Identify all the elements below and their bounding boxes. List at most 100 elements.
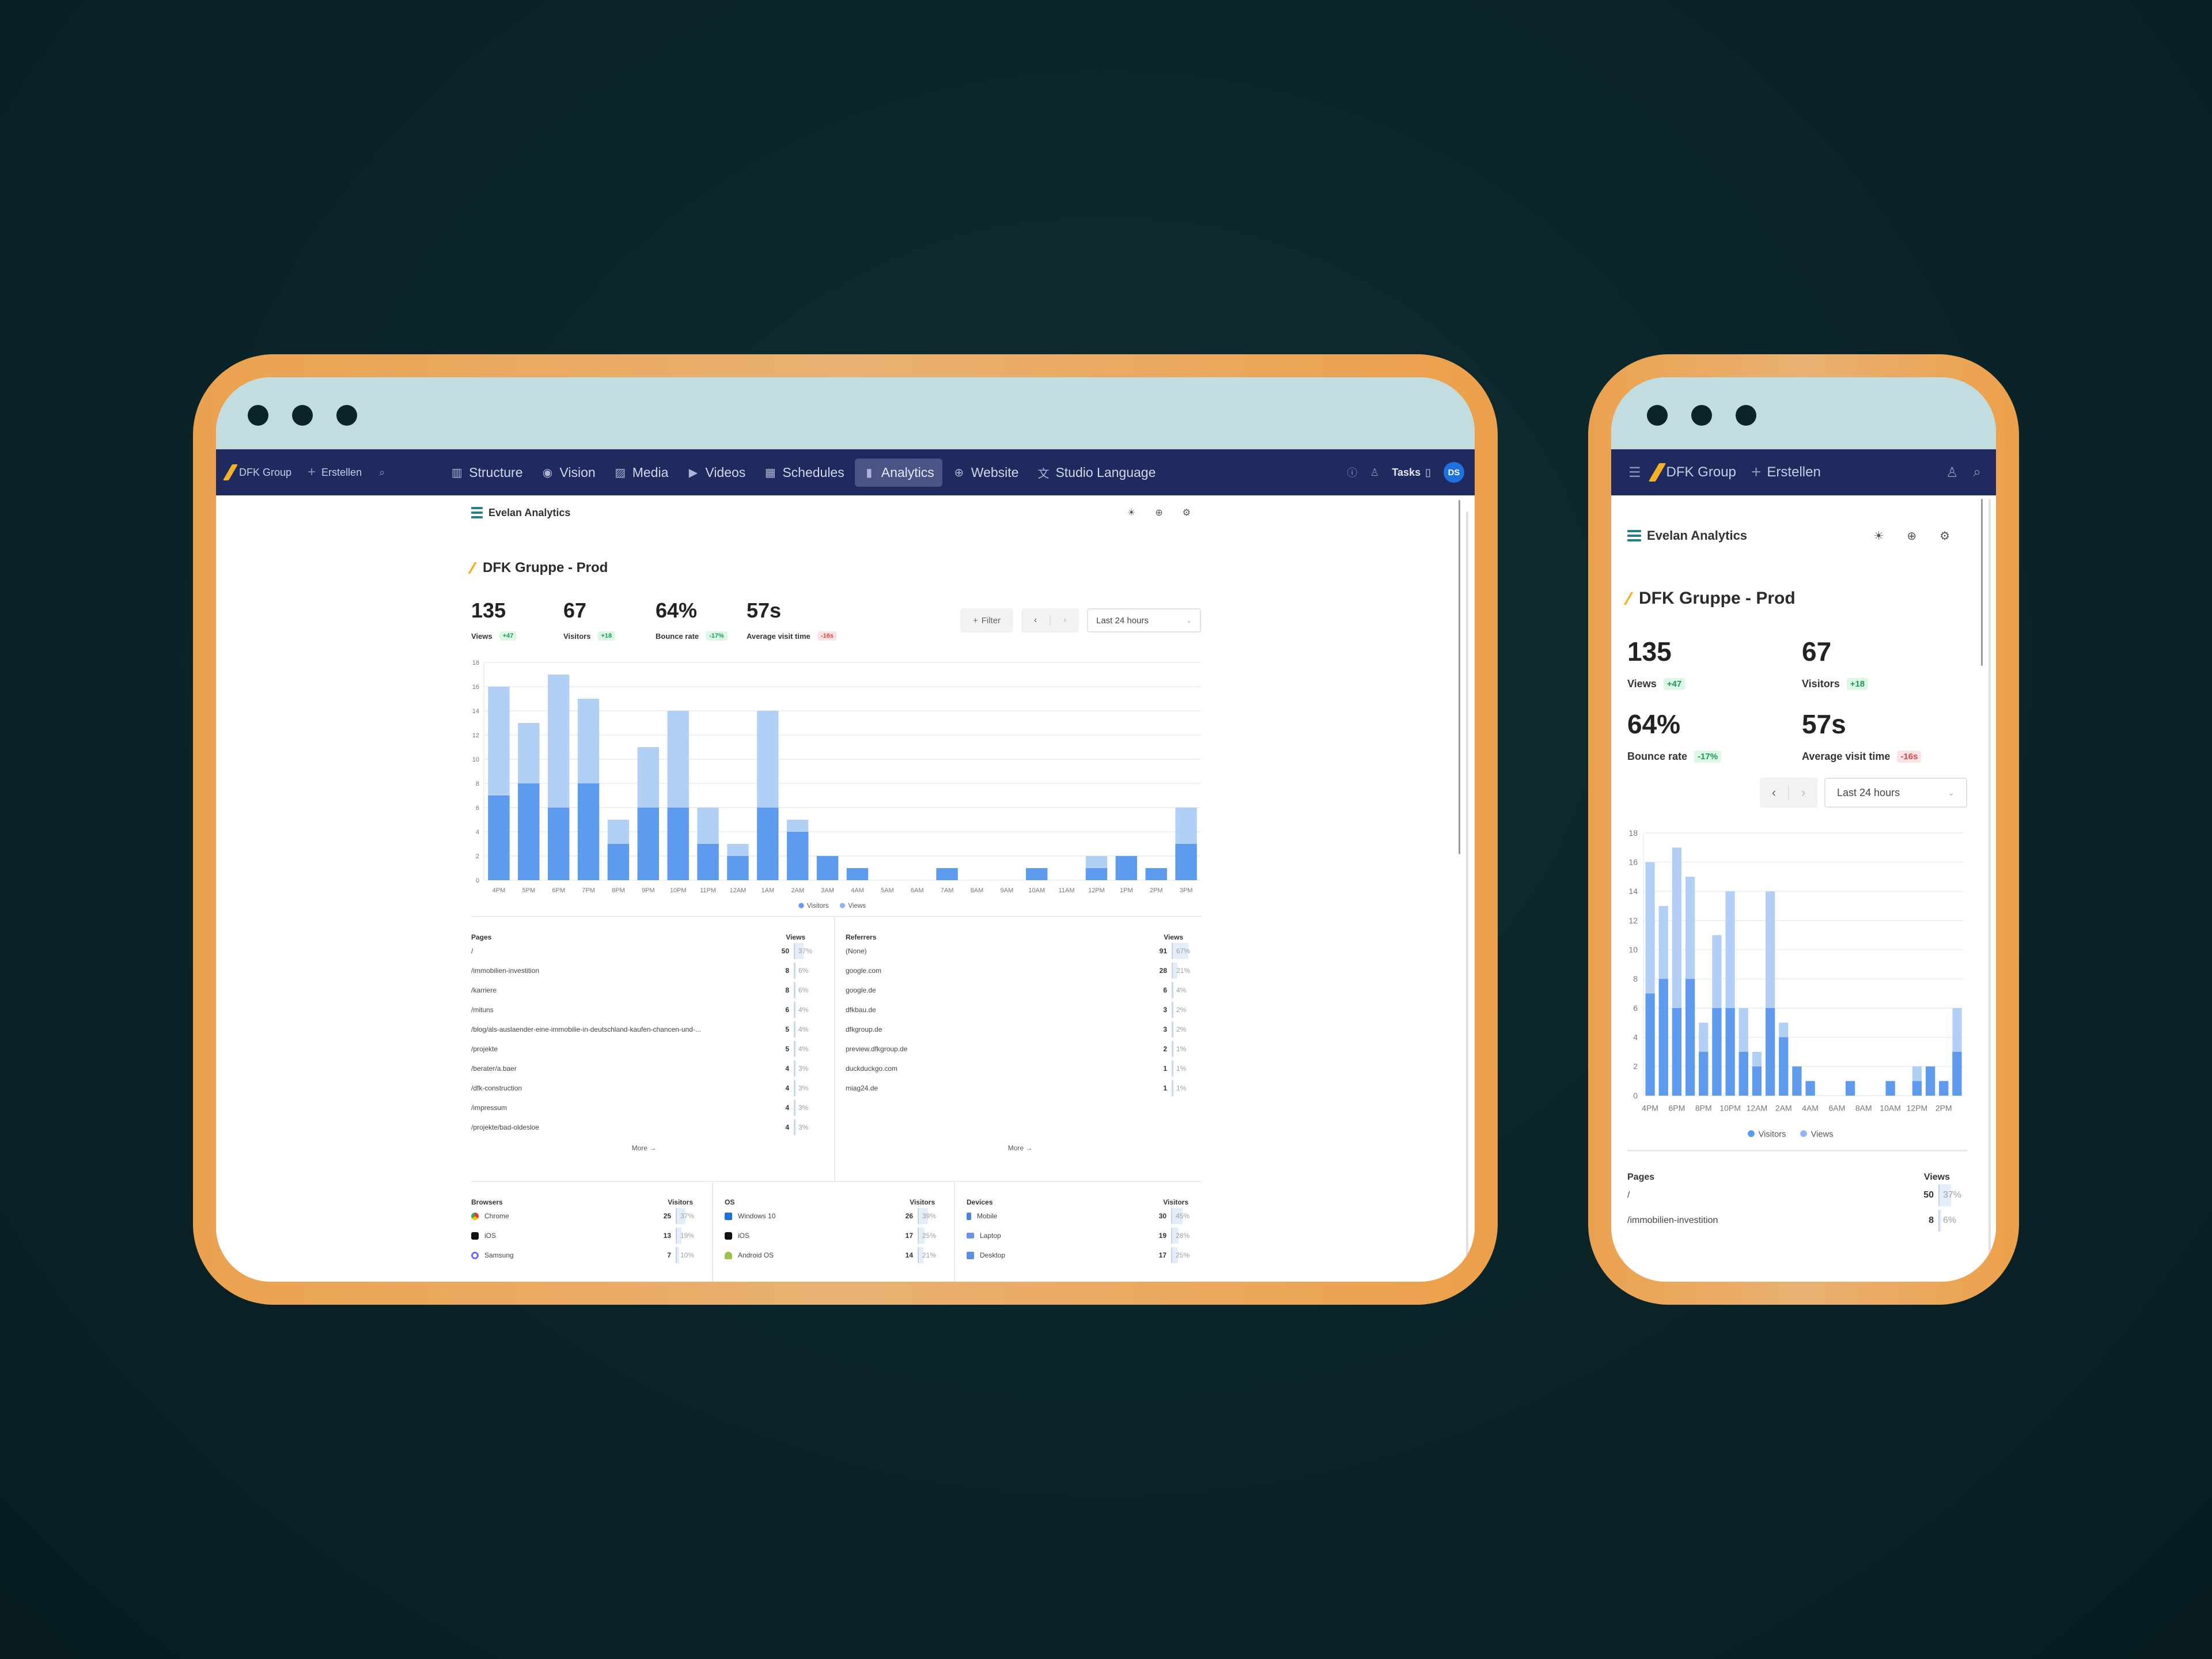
bar-visitors[interactable] xyxy=(1699,1052,1709,1096)
table-row[interactable]: /immobilien-investition 8 6% xyxy=(471,961,817,980)
table-row[interactable]: /dfk-construction 4 3% xyxy=(471,1078,817,1098)
bar-visitors[interactable] xyxy=(1145,868,1167,880)
bar-visitors[interactable] xyxy=(1738,1052,1748,1096)
table-row[interactable]: /blog/als-auslaender-eine-immobilie-in-d… xyxy=(471,1020,817,1039)
bar-visitors[interactable] xyxy=(1939,1081,1949,1096)
theme-sun-icon[interactable]: ☀ xyxy=(1127,507,1135,518)
bar-visitors[interactable] xyxy=(1805,1081,1815,1096)
menu-icon[interactable] xyxy=(1627,530,1641,541)
bar-visitors[interactable] xyxy=(1026,868,1048,880)
nav-tab-videos[interactable]: ▶ Videos xyxy=(679,459,753,487)
help-icon[interactable]: ⓘ xyxy=(1347,465,1357,480)
create-button[interactable]: + Erstellen xyxy=(1751,463,1821,482)
bar-visitors[interactable] xyxy=(697,844,719,880)
table-row[interactable]: dfkbau.de 3 2% xyxy=(846,1000,1195,1020)
nav-tab-schedules[interactable]: ▦ Schedules xyxy=(756,459,852,487)
nav-tab-structure[interactable]: ▥ Structure xyxy=(442,459,531,487)
bar-visitors[interactable] xyxy=(667,808,689,880)
theme-sun-icon[interactable]: ☀ xyxy=(1873,529,1884,543)
more-link[interactable]: More → xyxy=(846,1144,1195,1152)
more-link[interactable]: More → xyxy=(471,1144,817,1152)
bar-visitors[interactable] xyxy=(548,808,570,880)
bar-visitors[interactable] xyxy=(816,856,839,880)
legend-label-views[interactable]: Views xyxy=(1811,1130,1834,1139)
bar-visitors[interactable] xyxy=(727,856,749,880)
legend-label-views[interactable]: Views xyxy=(848,903,866,910)
table-row[interactable]: /mituns 6 4% xyxy=(471,1000,817,1020)
settings-gear-icon[interactable]: ⚙ xyxy=(1183,507,1191,518)
evelan-brand[interactable]: Evelan Analytics xyxy=(471,507,570,519)
table-row[interactable]: /karriere 8 6% xyxy=(471,980,817,1000)
next-period-button[interactable]: › xyxy=(1789,785,1817,800)
nav-tab-media[interactable]: ▨ Media xyxy=(606,459,677,487)
bar-visitors[interactable] xyxy=(1952,1052,1962,1096)
bar-visitors[interactable] xyxy=(1912,1081,1922,1096)
users-icon[interactable]: ♙ xyxy=(1946,464,1959,481)
bar-visitors[interactable] xyxy=(846,868,869,880)
table-row[interactable]: /immobilien-investition 8 6% xyxy=(1627,1208,1967,1233)
table-row[interactable]: Laptop 19 28% xyxy=(967,1226,1194,1245)
next-period-button[interactable]: › xyxy=(1051,615,1079,626)
table-row[interactable]: /projekte/bad-oldesloe 4 3% xyxy=(471,1118,817,1137)
legend-label-visitors[interactable]: Visitors xyxy=(807,903,829,910)
bar-visitors[interactable] xyxy=(1175,844,1197,880)
bar-visitors[interactable] xyxy=(1845,1081,1855,1096)
date-range-select[interactable]: Last 24 hours ⌄ xyxy=(1087,608,1201,632)
search-icon[interactable]: ⌕ xyxy=(1974,464,1981,481)
scrollbar[interactable] xyxy=(1981,499,1983,666)
table-row[interactable]: (None) 91 67% xyxy=(846,941,1195,961)
nav-tab-analytics[interactable]: ▮ Analytics xyxy=(854,458,942,487)
nav-tab-vision[interactable]: ◉ Vision xyxy=(533,459,604,487)
table-row[interactable]: iOS 13 19% xyxy=(471,1226,699,1245)
workspace-switcher[interactable]: DFK Group xyxy=(1648,463,1736,482)
bar-visitors[interactable] xyxy=(1645,993,1655,1096)
prev-period-button[interactable]: ‹ xyxy=(1760,785,1789,800)
bar-visitors[interactable] xyxy=(607,844,630,880)
nav-tab-website[interactable]: ⊕ Website xyxy=(945,459,1027,487)
table-row[interactable]: Samsung 7 10% xyxy=(471,1245,699,1265)
bar-visitors[interactable] xyxy=(1672,1008,1682,1096)
table-row[interactable]: / 50 37% xyxy=(471,941,817,961)
table-row[interactable]: dfkgroup.de 3 2% xyxy=(846,1020,1195,1039)
bar-visitors[interactable] xyxy=(1752,1066,1762,1096)
table-row[interactable]: google.com 28 21% xyxy=(846,961,1195,980)
table-row[interactable]: / 50 37% xyxy=(1627,1183,1967,1208)
table-row[interactable]: google.de 6 4% xyxy=(846,980,1195,1000)
bar-visitors[interactable] xyxy=(1765,1008,1775,1096)
bar-visitors[interactable] xyxy=(1925,1066,1936,1096)
prev-period-button[interactable]: ‹ xyxy=(1021,615,1051,626)
settings-gear-icon[interactable]: ⚙ xyxy=(1940,529,1950,543)
bar-visitors[interactable] xyxy=(1792,1066,1802,1096)
table-row[interactable]: Desktop 17 25% xyxy=(967,1245,1194,1265)
scrollbar[interactable] xyxy=(1459,500,1460,854)
nav-tab-studio-language[interactable]: 文 Studio Language xyxy=(1029,459,1164,487)
language-globe-icon[interactable]: ⊕ xyxy=(1907,529,1916,543)
bar-visitors[interactable] xyxy=(488,796,510,880)
table-row[interactable]: Windows 10 26 39% xyxy=(725,1206,941,1226)
evelan-brand[interactable]: Evelan Analytics xyxy=(1627,528,1747,543)
bar-visitors[interactable] xyxy=(518,783,540,880)
table-row[interactable]: miag24.de 1 1% xyxy=(846,1078,1195,1098)
filter-button[interactable]: + Filter xyxy=(960,608,1013,632)
table-row[interactable]: preview.dfkgroup.de 2 1% xyxy=(846,1039,1195,1059)
language-globe-icon[interactable]: ⊕ xyxy=(1155,507,1162,518)
tasks-button[interactable]: Tasks ▯ xyxy=(1392,467,1431,479)
bar-visitors[interactable] xyxy=(1779,1037,1789,1096)
user-avatar[interactable]: DS xyxy=(1444,462,1464,483)
bar-visitors[interactable] xyxy=(757,808,779,880)
table-row[interactable]: /projekte 5 4% xyxy=(471,1039,817,1059)
bar-visitors[interactable] xyxy=(1658,979,1668,1096)
date-range-select[interactable]: Last 24 hours ⌄ xyxy=(1824,778,1967,808)
search-icon[interactable]: ⌕ xyxy=(379,467,385,479)
bar-visitors[interactable] xyxy=(637,808,659,880)
bar-visitors[interactable] xyxy=(577,783,600,880)
bar-visitors[interactable] xyxy=(1725,1008,1735,1096)
bar-visitors[interactable] xyxy=(1115,856,1137,880)
bar-visitors[interactable] xyxy=(1885,1081,1895,1096)
table-row[interactable]: /impressum 4 3% xyxy=(471,1098,817,1118)
create-button[interactable]: + Erstellen xyxy=(308,464,362,480)
table-row[interactable]: duckduckgo.com 1 1% xyxy=(846,1059,1195,1078)
bar-visitors[interactable] xyxy=(936,868,958,880)
bar-visitors[interactable] xyxy=(1685,979,1695,1096)
bar-visitors[interactable] xyxy=(1712,1008,1722,1096)
